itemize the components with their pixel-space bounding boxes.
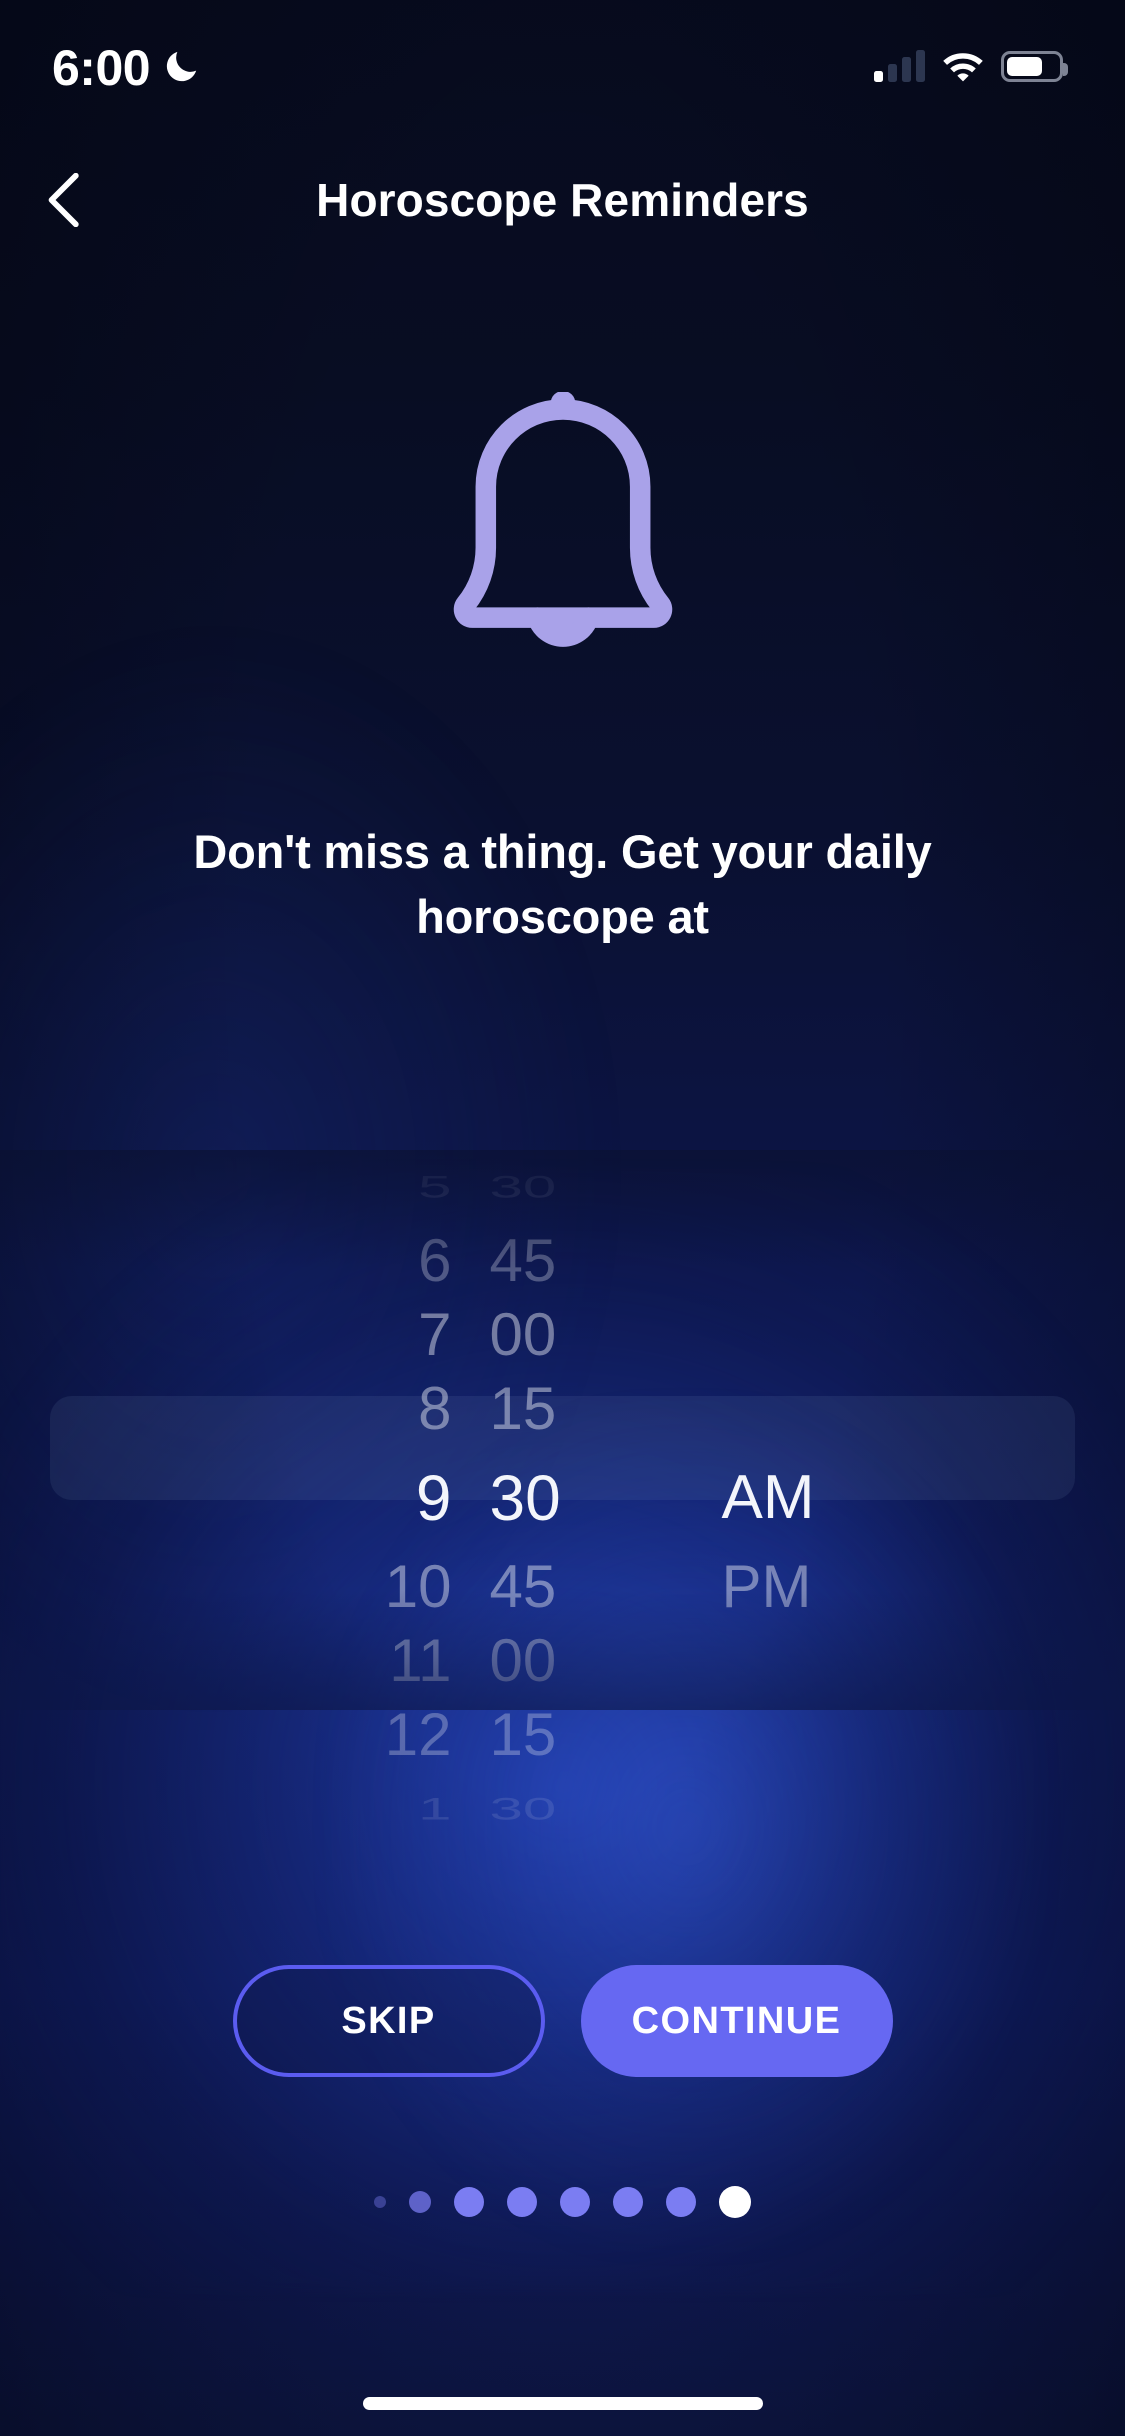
minute-option[interactable]: 00: [490, 1298, 557, 1372]
time-picker-meridiem-column[interactable]: AM PM: [662, 1150, 892, 1710]
minute-option[interactable]: 15: [490, 1698, 557, 1772]
pagination-dots: [0, 2186, 1125, 2218]
time-picker-hour-column[interactable]: 5 6 7 8 9 10 11 12 1: [262, 1150, 452, 1826]
skip-button[interactable]: SKIP: [232, 1965, 545, 2077]
hour-option[interactable]: 7: [418, 1298, 451, 1372]
page-title: Horoscope Reminders: [316, 174, 809, 226]
hour-option-selected[interactable]: 9: [416, 1446, 452, 1550]
status-bar-right: [874, 50, 1068, 82]
pagination-dot[interactable]: [560, 2187, 590, 2217]
status-bar-clock: 6:00: [52, 40, 151, 96]
time-picker[interactable]: 5 6 7 8 9 10 11 12 1 30 45 00 15 30 45 0…: [0, 1150, 1125, 1826]
hour-option[interactable]: 8: [418, 1372, 451, 1446]
minute-option[interactable]: 15: [490, 1372, 557, 1446]
status-bar: 6:00: [0, 0, 1125, 132]
wifi-icon: [943, 53, 983, 82]
meridiem-option-selected[interactable]: AM: [722, 1446, 815, 1550]
pagination-dot[interactable]: [666, 2187, 696, 2217]
battery-fill: [1007, 56, 1042, 76]
pagination-dot[interactable]: [409, 2191, 431, 2213]
pagination-dot[interactable]: [454, 2187, 484, 2217]
home-indicator[interactable]: [362, 2397, 763, 2410]
pagination-dot[interactable]: [613, 2187, 643, 2217]
hour-option[interactable]: 11: [389, 1624, 451, 1698]
minute-option[interactable]: 30: [490, 1168, 557, 1206]
hour-option[interactable]: 1: [418, 1790, 451, 1828]
minute-option[interactable]: 45: [490, 1550, 557, 1624]
battery-icon: [1001, 50, 1068, 82]
back-button[interactable]: [26, 162, 102, 238]
hour-option[interactable]: 10: [385, 1550, 452, 1624]
status-bar-left: 6:00: [52, 39, 202, 93]
minute-option[interactable]: 45: [490, 1224, 557, 1298]
pagination-dot[interactable]: [374, 2196, 386, 2208]
hour-option[interactable]: 12: [385, 1698, 452, 1772]
meridiem-option[interactable]: PM: [722, 1550, 812, 1624]
chevron-left-icon: [48, 173, 79, 227]
hour-option[interactable]: 5: [418, 1168, 451, 1206]
bell-icon: [453, 392, 672, 647]
headline-text: Don't miss a thing. Get your daily horos…: [193, 825, 932, 943]
action-button-row: SKIP CONTINUE: [0, 1965, 1125, 2077]
pagination-dot[interactable]: [507, 2187, 537, 2217]
continue-button[interactable]: CONTINUE: [580, 1965, 893, 2077]
navigation-bar: Horoscope Reminders: [0, 155, 1125, 245]
minute-option[interactable]: 00: [490, 1624, 557, 1698]
moon-icon: [166, 51, 197, 82]
hero-icon-container: [0, 392, 1125, 670]
time-picker-minute-column[interactable]: 30 45 00 15 30 45 00 15 30: [452, 1150, 662, 1826]
time-picker-columns: 5 6 7 8 9 10 11 12 1 30 45 00 15 30 45 0…: [0, 1150, 1125, 1826]
pagination-dot-active[interactable]: [719, 2186, 751, 2218]
hour-option[interactable]: 6: [418, 1224, 451, 1298]
cellular-signal-icon: [874, 50, 925, 82]
minute-option[interactable]: 30: [490, 1790, 557, 1828]
minute-option-selected[interactable]: 30: [490, 1446, 561, 1550]
app-screen: 6:00 Horoscope Reminders Don't miss a th…: [0, 0, 1125, 2436]
